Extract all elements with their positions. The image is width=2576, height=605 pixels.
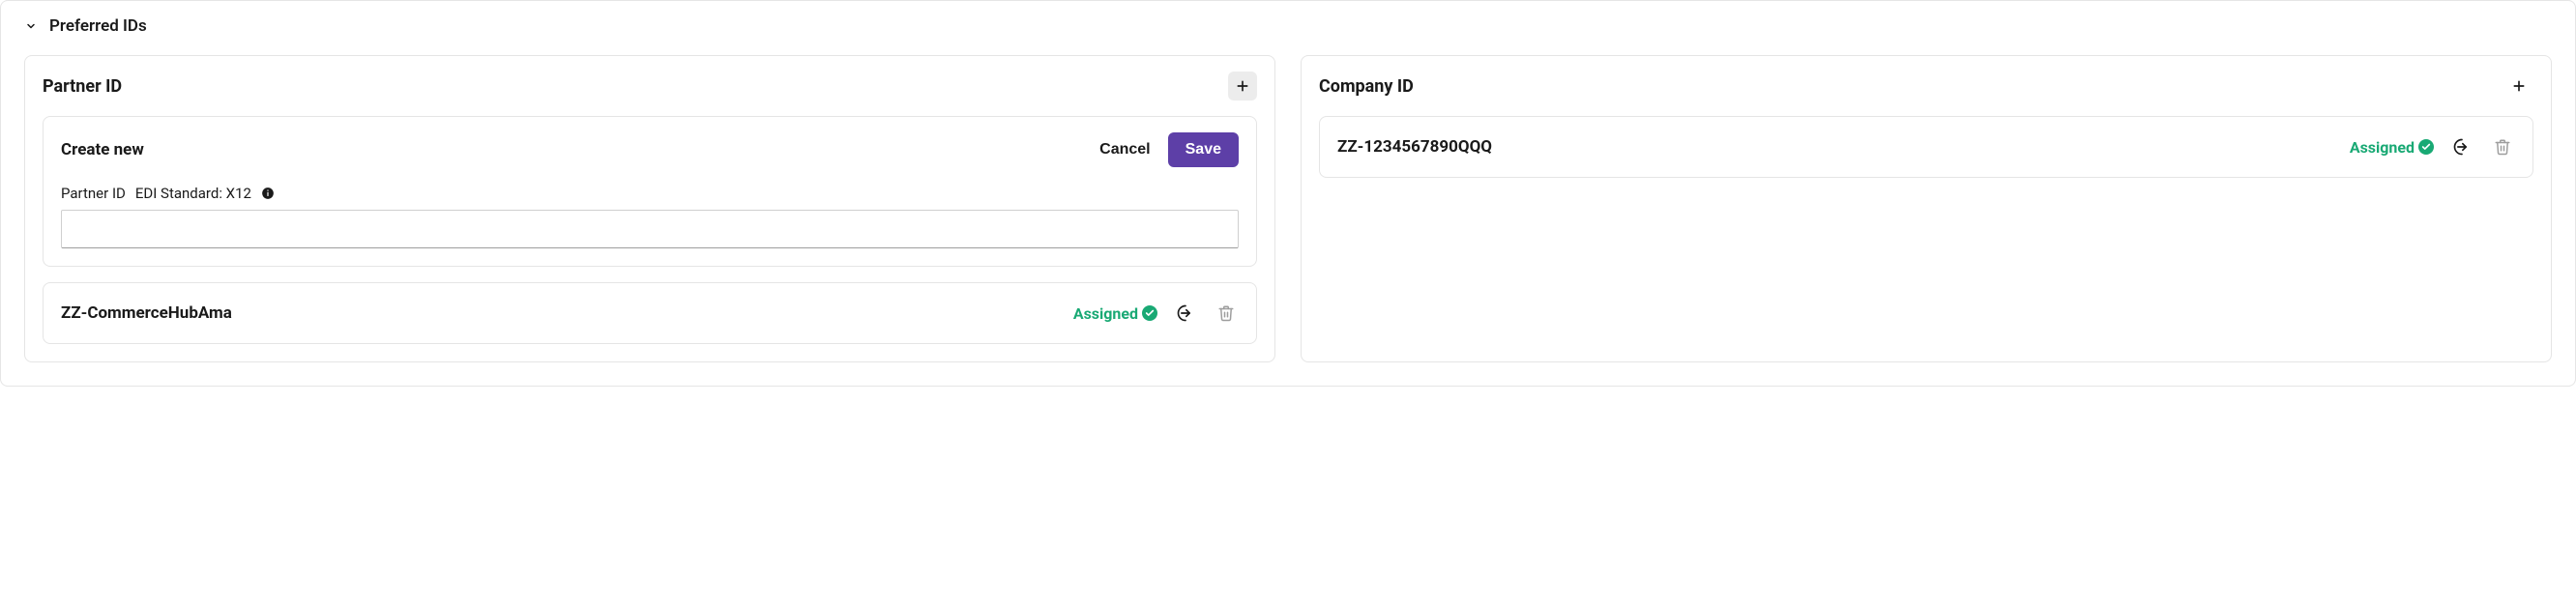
create-new-title: Create new bbox=[61, 140, 144, 159]
delete-button[interactable] bbox=[2490, 134, 2515, 159]
logout-icon bbox=[1176, 303, 1195, 323]
add-company-id-button[interactable] bbox=[2504, 72, 2533, 101]
partner-id-card: Partner ID Create new Cancel Save bbox=[24, 55, 1275, 362]
company-id-title: Company ID bbox=[1319, 76, 1414, 97]
info-icon[interactable] bbox=[261, 187, 275, 200]
unassign-button[interactable] bbox=[2449, 134, 2474, 159]
section-title: Preferred IDs bbox=[49, 16, 147, 36]
company-id-card: Company ID ZZ-1234567890QQQ Assigned bbox=[1301, 55, 2552, 362]
cancel-button[interactable]: Cancel bbox=[1099, 141, 1150, 158]
trash-icon bbox=[2494, 138, 2511, 156]
save-button[interactable]: Save bbox=[1168, 132, 1239, 167]
unassign-button[interactable] bbox=[1173, 301, 1198, 326]
chevron-down-icon bbox=[24, 19, 38, 33]
create-new-partner-id-form: Create new Cancel Save Partner ID EDI St… bbox=[43, 116, 1257, 267]
status-label: Assigned bbox=[2350, 138, 2415, 157]
check-circle-icon bbox=[2418, 139, 2434, 155]
status-label: Assigned bbox=[1073, 304, 1138, 323]
preferred-ids-panel: Preferred IDs Partner ID Create new Canc… bbox=[0, 0, 2576, 387]
partner-id-value: ZZ-CommerceHubAma bbox=[61, 303, 232, 323]
status-badge: Assigned bbox=[1073, 304, 1157, 323]
partner-id-field-label: Partner ID bbox=[61, 185, 126, 202]
plus-icon bbox=[2511, 78, 2527, 94]
check-circle-icon bbox=[1142, 305, 1157, 321]
logout-icon bbox=[2452, 137, 2472, 157]
status-badge: Assigned bbox=[2350, 138, 2434, 157]
edi-standard-label: EDI Standard: X12 bbox=[135, 185, 251, 202]
delete-button[interactable] bbox=[1214, 301, 1239, 326]
partner-id-row: ZZ-CommerceHubAma Assigned bbox=[43, 282, 1257, 344]
plus-icon bbox=[1235, 78, 1250, 94]
company-id-value: ZZ-1234567890QQQ bbox=[1337, 137, 1492, 157]
partner-id-title: Partner ID bbox=[43, 76, 122, 97]
company-id-row: ZZ-1234567890QQQ Assigned bbox=[1319, 116, 2533, 178]
add-partner-id-button[interactable] bbox=[1228, 72, 1257, 101]
section-toggle[interactable]: Preferred IDs bbox=[24, 16, 2552, 36]
partner-id-input[interactable] bbox=[61, 210, 1239, 248]
trash-icon bbox=[1217, 304, 1235, 322]
